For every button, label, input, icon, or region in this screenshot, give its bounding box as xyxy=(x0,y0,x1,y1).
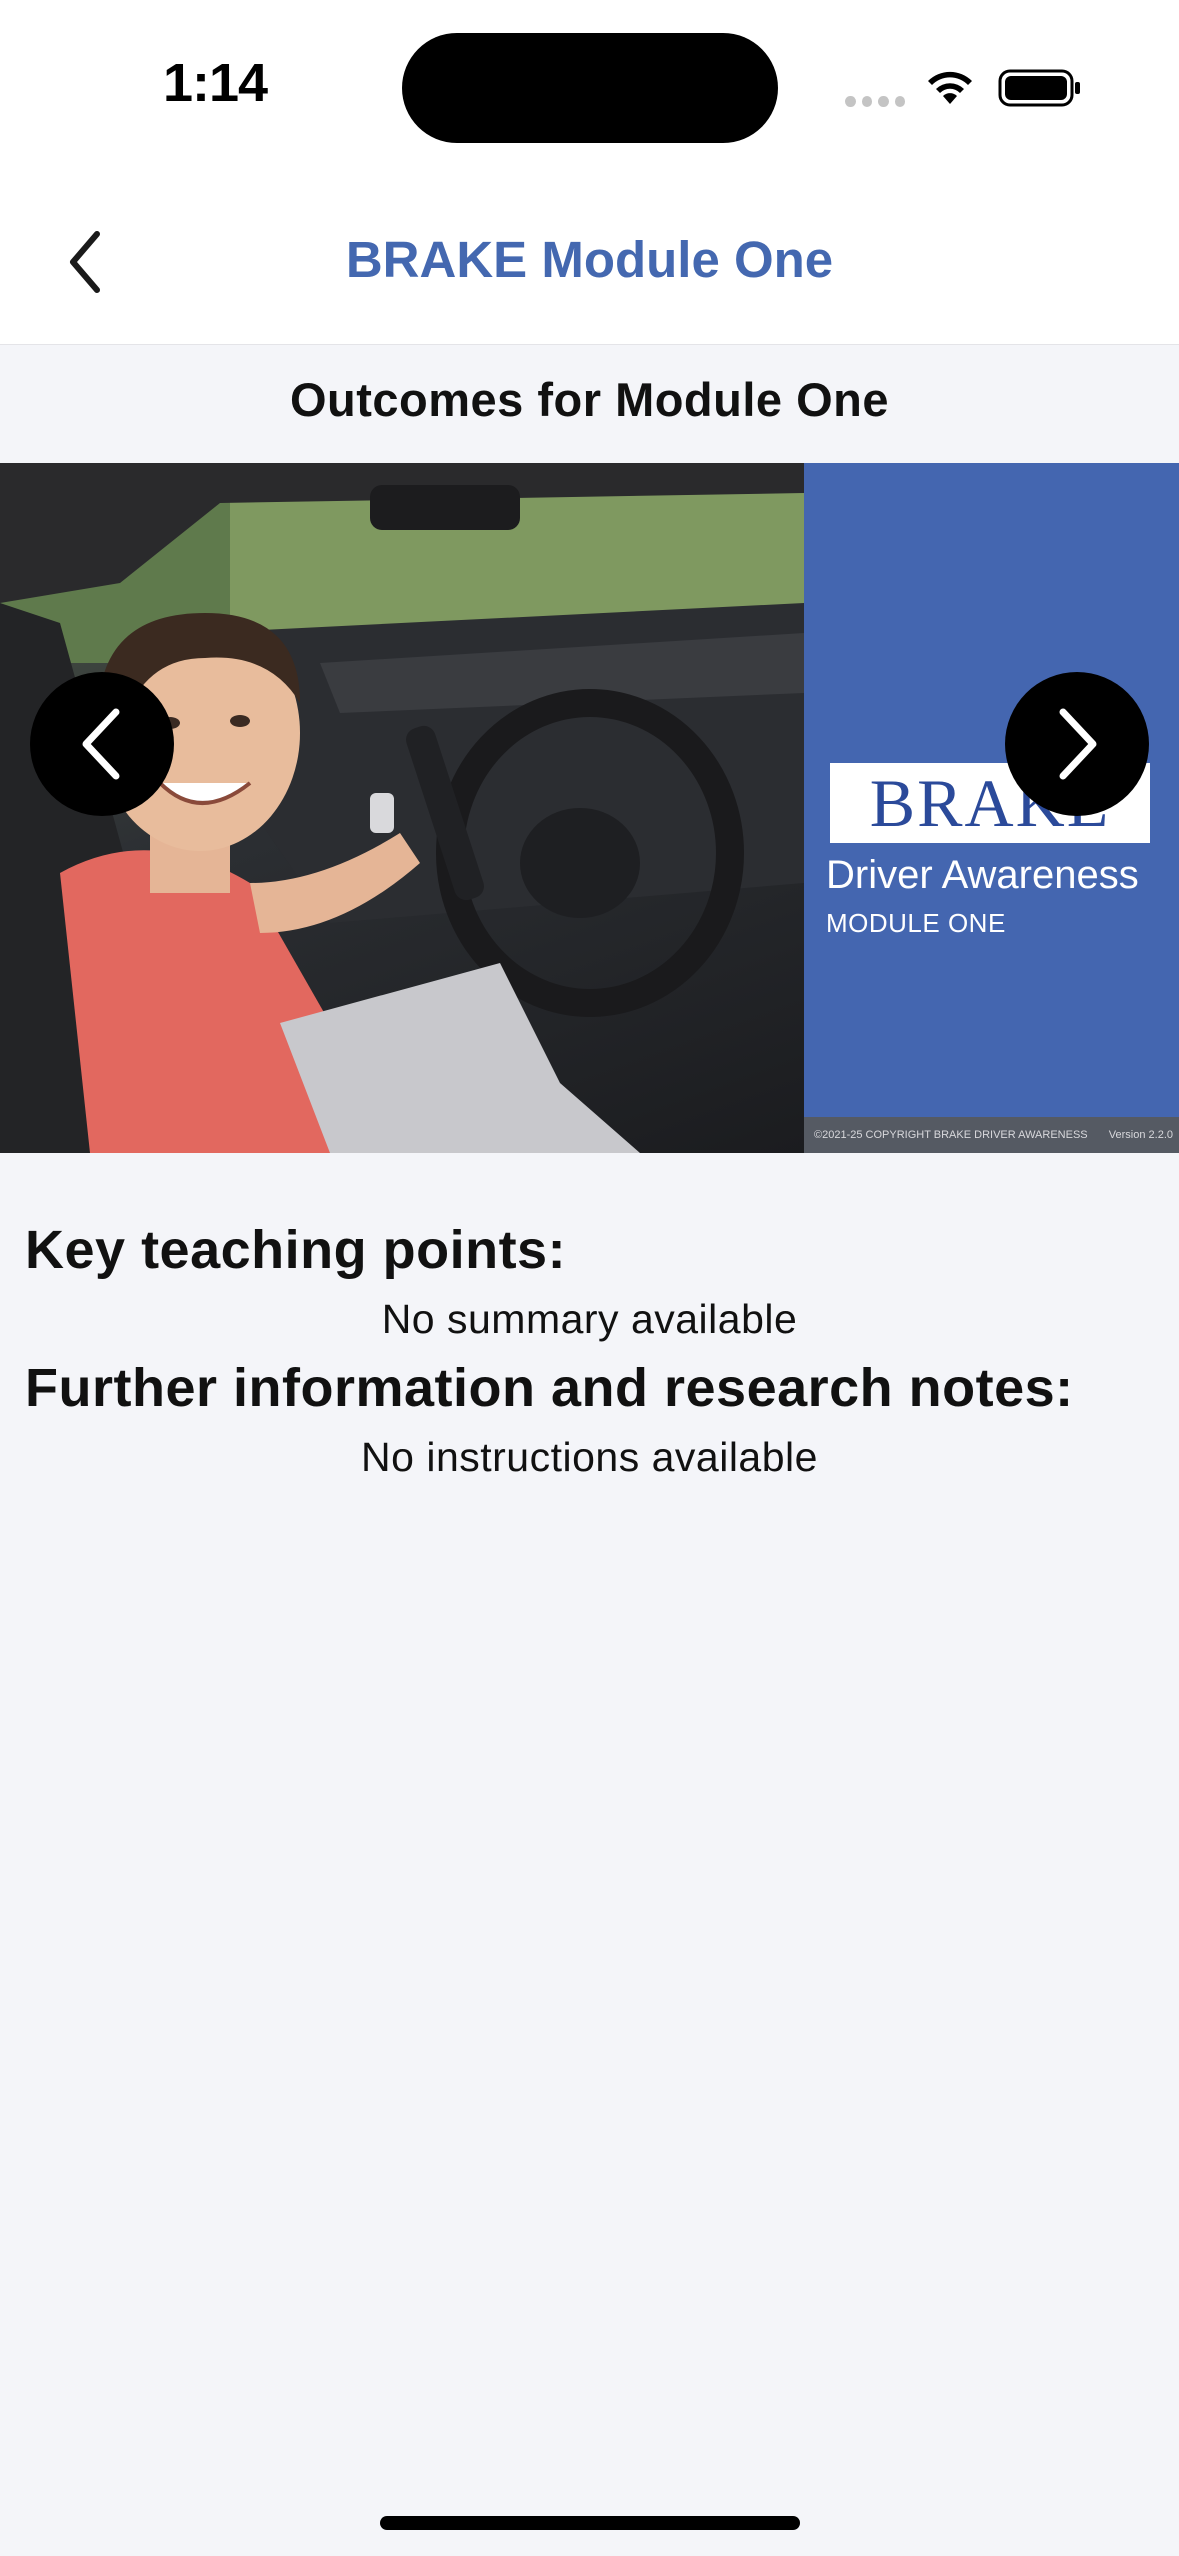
cover-copyright: ©2021-25 COPYRIGHT BRAKE DRIVER AWARENES… xyxy=(814,1129,1088,1141)
chevron-left-icon xyxy=(82,708,120,780)
chevron-left-icon xyxy=(70,231,100,293)
further-info-heading: Further information and research notes: xyxy=(25,1358,1074,1418)
cover-heading: Driver Awareness xyxy=(826,853,1139,897)
cover-version: Version 2.2.0 xyxy=(1108,1129,1173,1141)
chevron-right-icon xyxy=(1059,708,1097,780)
cover-footer: ©2021-25 COPYRIGHT BRAKE DRIVER AWARENES… xyxy=(804,1117,1179,1153)
key-points-heading: Key teaching points: xyxy=(25,1220,567,1280)
dynamic-island xyxy=(402,33,778,143)
signal-dots-icon xyxy=(845,94,905,108)
navigation-bar: BRAKE Module One xyxy=(0,170,1179,345)
status-bar: 1:14 xyxy=(0,0,1179,170)
section-title: Outcomes for Module One xyxy=(289,373,890,426)
nav-title: BRAKE Module One xyxy=(345,231,834,288)
home-indicator[interactable] xyxy=(380,2516,800,2530)
module-screen: 1:14 BRAKE Module One Outcomes for Modul… xyxy=(0,0,1179,2556)
wifi-icon xyxy=(928,71,972,104)
status-time: 1:14 xyxy=(162,53,268,113)
module-cover-slide: BRAKE Driver Awareness MODULE ONE ©2021-… xyxy=(804,463,1179,1153)
cover-subheading: MODULE ONE xyxy=(826,908,1006,938)
carousel-next-button[interactable] xyxy=(1005,672,1149,816)
image-carousel[interactable]: BRAKE Driver Awareness MODULE ONE ©2021-… xyxy=(0,463,1179,1153)
carousel-prev-button[interactable] xyxy=(30,672,174,816)
battery-icon xyxy=(998,69,1080,107)
key-points-text: No summary available xyxy=(381,1296,798,1342)
module-content: Key teaching points: No summary availabl… xyxy=(0,1210,1179,1486)
further-info-text: No instructions available xyxy=(361,1434,818,1480)
back-button[interactable] xyxy=(50,222,120,302)
